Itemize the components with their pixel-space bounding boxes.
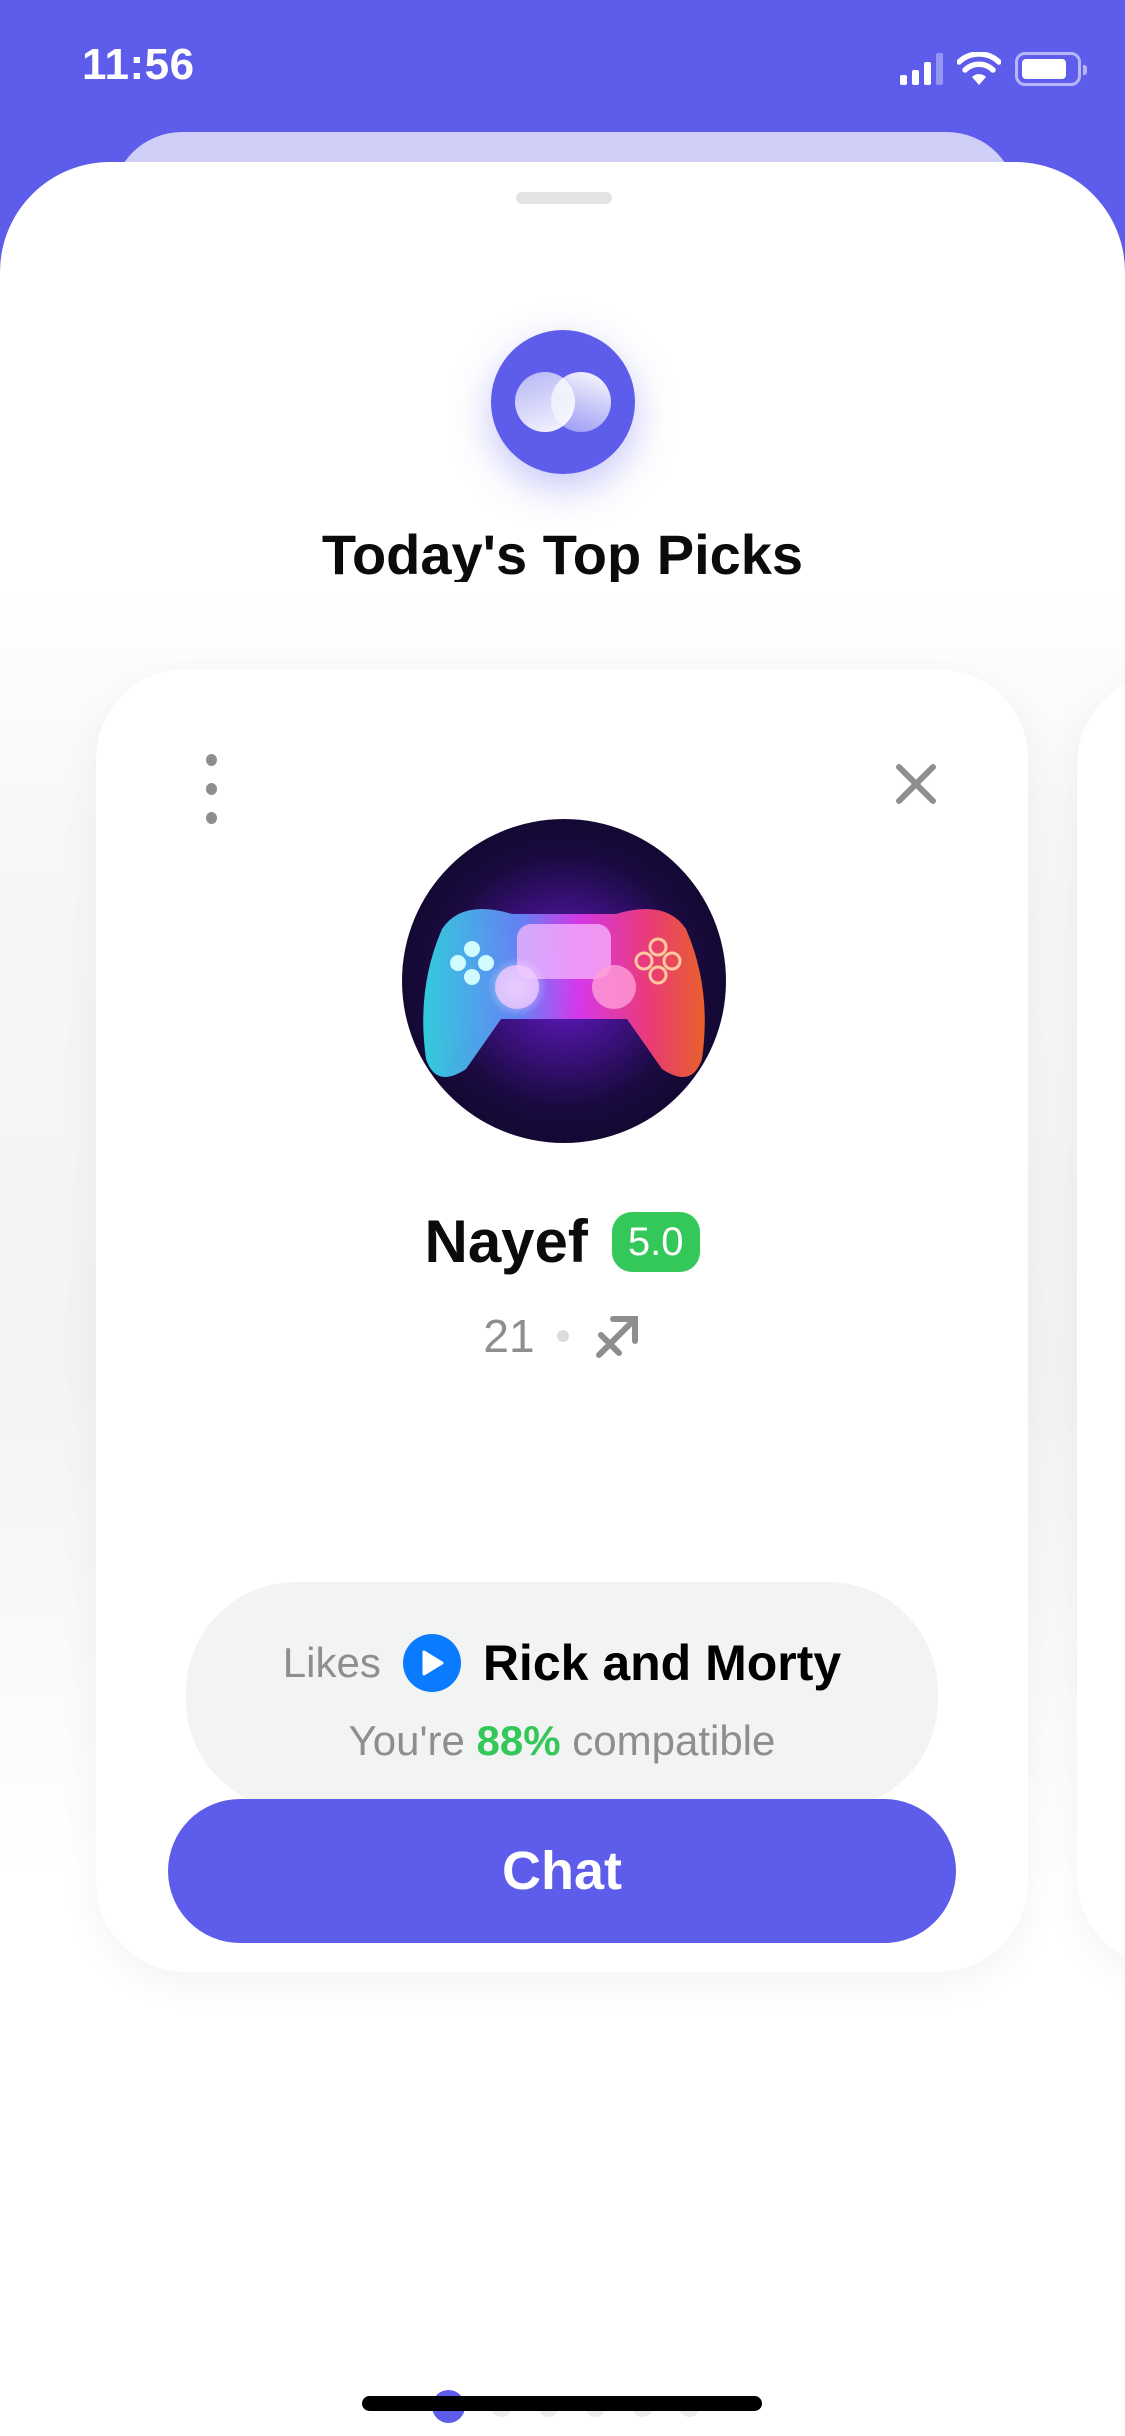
cellular-signal-icon (900, 53, 943, 85)
play-icon (402, 1634, 461, 1692)
likes-label: Likes (282, 1639, 381, 1686)
wifi-icon (957, 52, 1001, 86)
avatar[interactable] (402, 819, 726, 1143)
overlapping-circles-logo-icon (491, 330, 635, 474)
sheet-grabber-handle[interactable] (516, 192, 612, 204)
meta-row: 21 (96, 1309, 1028, 1363)
rating-badge: 5.0 (611, 1211, 700, 1272)
status-icons (900, 52, 1087, 86)
status-bar: 11:56 (0, 0, 1125, 132)
compat-percent: 88% (476, 1717, 561, 1764)
next-profile-card-peek[interactable] (1077, 674, 1125, 1967)
profile-age: 21 (483, 1310, 535, 1362)
compat-prefix: You're (348, 1717, 465, 1764)
close-icon (896, 764, 936, 804)
top-picks-sheet: Today's Top Picks Nayef 5.0 21 Likes Ric… (0, 162, 1125, 2436)
more-options-button[interactable] (196, 754, 226, 824)
home-indicator[interactable] (362, 2396, 762, 2411)
more-vertical-icon (205, 754, 217, 766)
sagittarius-icon (595, 1316, 638, 1358)
close-button[interactable] (891, 759, 941, 809)
likes-row: Likes Rick and Morty (186, 1634, 938, 1692)
compatibility-text: You're 88% compatible (186, 1717, 938, 1765)
likes-compatibility-box: Likes Rick and Morty You're 88% compatib… (186, 1582, 938, 1810)
chat-button[interactable]: Chat (168, 1799, 956, 1943)
liked-show-title[interactable]: Rick and Morty (483, 1634, 841, 1692)
separator-dot (556, 1330, 569, 1342)
name-row: Nayef 5.0 (96, 1207, 1028, 1276)
status-time: 11:56 (82, 40, 195, 89)
profile-card: Nayef 5.0 21 Likes Rick and Morty You're… (96, 669, 1028, 1972)
compat-suffix: compatible (572, 1717, 776, 1764)
profile-name: Nayef (424, 1208, 588, 1275)
battery-icon (1015, 52, 1087, 86)
page-title: Today's Top Picks (321, 523, 804, 586)
game-controller-icon (423, 909, 705, 1077)
